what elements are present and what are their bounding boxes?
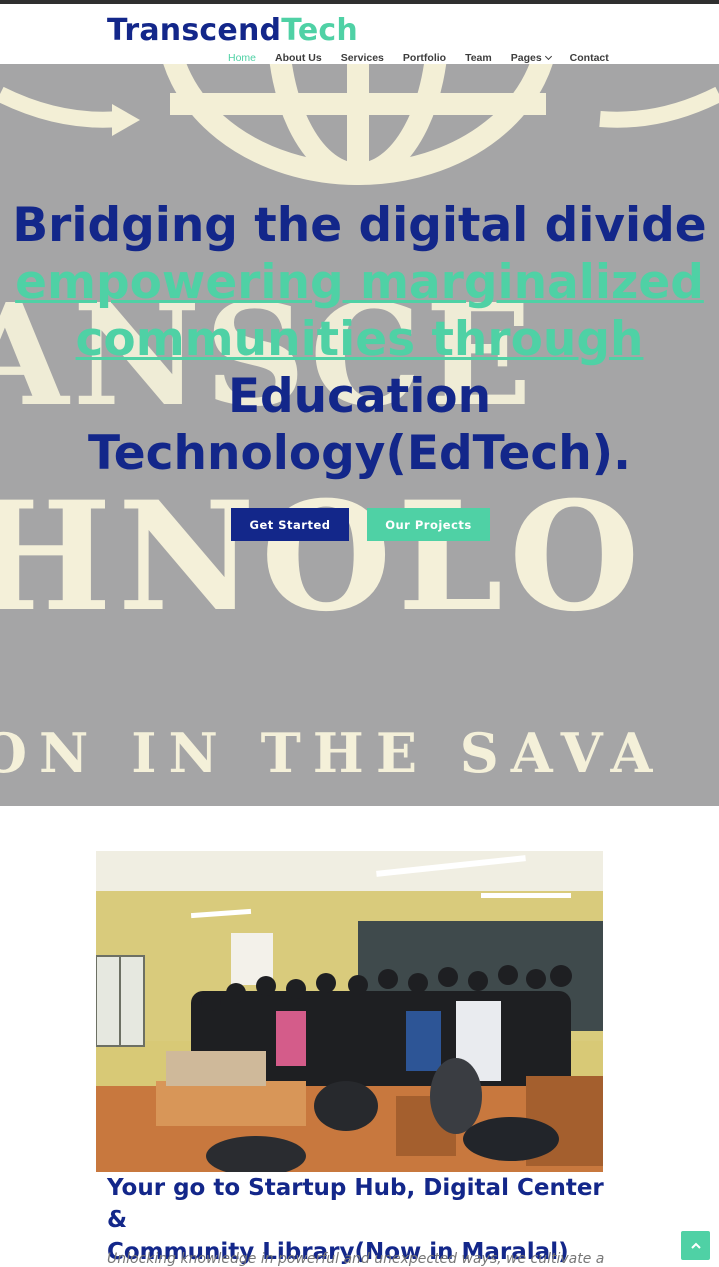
nav-home[interactable]: Home (228, 52, 256, 64)
main-nav: Home About Us Services Portfolio Team Pa… (228, 52, 628, 64)
hero-headline: Bridging the digital divide empowering m… (0, 197, 719, 482)
hero-line3b: Technology(EdTech). (87, 426, 632, 481)
hero-section: HNOLO ANSCE ON IN THE SAVA Bridging the … (0, 64, 719, 806)
section-title-line1: Your go to Startup Hub, Digital Center & (107, 1175, 604, 1233)
community-group-photo (96, 851, 603, 1172)
chevron-down-icon (544, 52, 552, 61)
arrow-up-icon (690, 1242, 701, 1249)
back-to-top-button[interactable] (681, 1231, 710, 1260)
nav-about-us[interactable]: About Us (275, 52, 322, 64)
nav-portfolio[interactable]: Portfolio (403, 52, 446, 64)
site-logo[interactable]: TranscendTech (107, 13, 358, 48)
bg-text-row3: ON IN THE SAVA (0, 721, 664, 785)
nav-contact[interactable]: Contact (570, 52, 609, 64)
logo-part2: Tech (281, 13, 358, 48)
logo-part1: Transcend (107, 13, 282, 48)
our-projects-button[interactable]: Our Projects (367, 508, 490, 541)
bg-text-row2: HNOLO (0, 469, 646, 645)
hero-line2a[interactable]: empowering marginalized (0, 254, 719, 311)
section-subtitle: Unlocking knowledge in powerful and unex… (107, 1251, 605, 1267)
hero-line3a: Education (227, 369, 492, 424)
nav-pages-label: Pages (510, 52, 542, 64)
hero-line1: Bridging the digital divide (12, 198, 707, 253)
nav-pages[interactable]: Pages (510, 52, 552, 64)
hero-line2b[interactable]: communities through (0, 311, 719, 368)
nav-services[interactable]: Services (341, 52, 384, 64)
get-started-button[interactable]: Get Started (231, 508, 349, 541)
nav-team[interactable]: Team (465, 52, 492, 64)
